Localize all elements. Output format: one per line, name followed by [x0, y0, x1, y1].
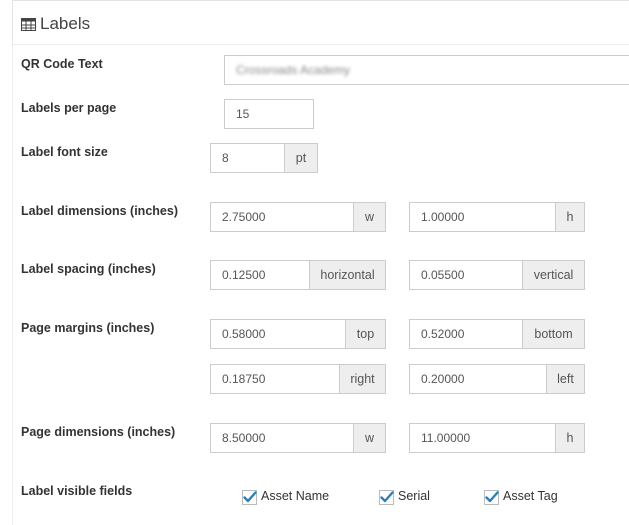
- table-icon: [21, 18, 36, 31]
- asset-tag-checkbox[interactable]: [484, 490, 499, 505]
- label-visible-fields-label: Label visible fields: [21, 484, 133, 498]
- checkmark-icon: [484, 490, 499, 505]
- serial-checkbox-label[interactable]: Serial: [398, 489, 430, 503]
- label-font-size-input[interactable]: 8: [210, 143, 285, 173]
- margin-top-unit-addon: top: [345, 319, 386, 349]
- asset-tag-checkbox-label[interactable]: Asset Tag: [503, 489, 558, 503]
- label-height-input[interactable]: 1.00000: [409, 202, 556, 232]
- checkmark-icon: [242, 490, 257, 505]
- vertical-unit-addon: vertical: [522, 260, 585, 290]
- label-spacing-horizontal-input[interactable]: 0.12500: [210, 260, 310, 290]
- label-font-size-label: Label font size: [21, 145, 108, 159]
- label-dimensions-label: Label dimensions (inches): [21, 204, 178, 218]
- margin-bottom-unit-addon: bottom: [522, 319, 585, 349]
- label-spacing-vertical-input[interactable]: 0.05500: [409, 260, 523, 290]
- labels-per-page-input[interactable]: 15: [224, 99, 314, 129]
- labels-per-page-label: Labels per page: [21, 101, 117, 115]
- page-width-input[interactable]: 8.50000: [210, 423, 354, 453]
- panel-title: Labels: [40, 14, 91, 33]
- asset-name-checkbox[interactable]: [242, 490, 257, 505]
- margin-bottom-input[interactable]: 0.52000: [409, 319, 523, 349]
- label-height-unit-addon: h: [555, 202, 585, 232]
- qr-code-text-input[interactable]: Crossroads Academy: [224, 55, 629, 85]
- serial-checkbox[interactable]: [379, 490, 394, 505]
- checkmark-icon: [379, 490, 394, 505]
- page-margins-label: Page margins (inches): [21, 321, 155, 335]
- label-width-input[interactable]: 2.75000: [210, 202, 354, 232]
- horizontal-unit-addon: horizontal: [309, 260, 386, 290]
- margin-left-input[interactable]: 0.20000: [409, 364, 547, 394]
- panel-border: [12, 45, 13, 525]
- qr-code-text-label: QR Code Text: [21, 57, 103, 71]
- label-width-unit-addon: w: [353, 202, 386, 232]
- margin-right-unit-addon: right: [339, 364, 386, 394]
- qr-code-text-value: Crossroads Academy: [236, 63, 351, 77]
- margin-right-input[interactable]: 0.18750: [210, 364, 340, 394]
- page-height-unit-addon: h: [555, 423, 585, 453]
- label-spacing-label: Label spacing (inches): [21, 262, 156, 276]
- margin-left-unit-addon: left: [546, 364, 585, 394]
- font-size-unit-addon: pt: [284, 143, 318, 173]
- page-dimensions-label: Page dimensions (inches): [21, 425, 176, 439]
- panel-header: Labels: [12, 0, 629, 45]
- asset-name-checkbox-label[interactable]: Asset Name: [261, 489, 329, 503]
- page-width-unit-addon: w: [353, 423, 386, 453]
- page-height-input[interactable]: 11.00000: [409, 423, 556, 453]
- margin-top-input[interactable]: 0.58000: [210, 319, 346, 349]
